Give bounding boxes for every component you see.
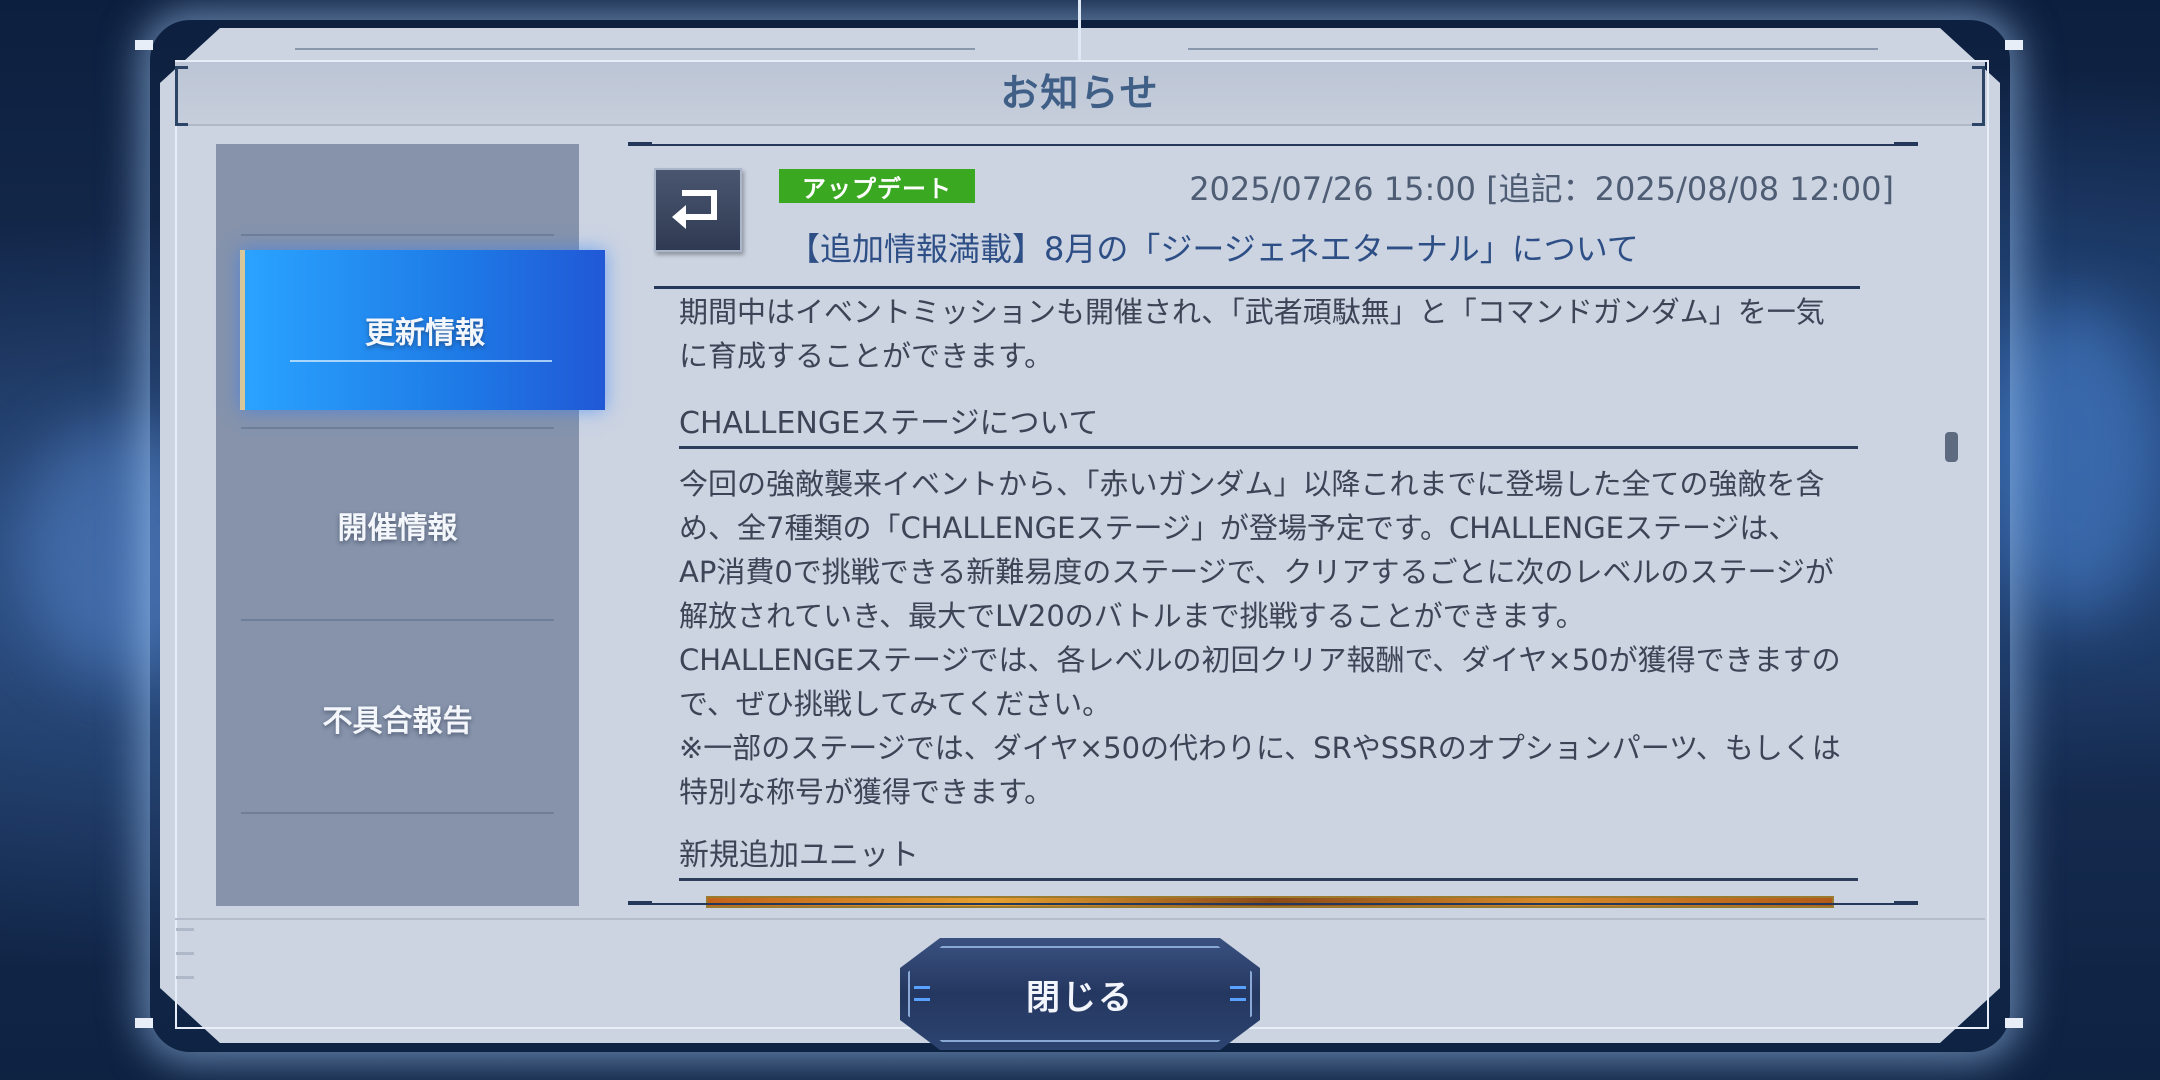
text-line: め、全7種類の「CHALLENGEステージ」が登場予定です。CHALLENGEス…: [679, 511, 1798, 545]
section-heading: 新規追加ユニット: [679, 830, 1858, 881]
text-line: に育成することができます。: [679, 339, 1054, 373]
text-line: で、ぜひ挑戦してみてください。: [679, 687, 1112, 721]
frame-corner: [135, 40, 153, 50]
unit-banner-image: [706, 896, 1834, 908]
top-decoration: [1188, 48, 1878, 50]
category-sidebar: 更新情報 開催情報 不具合報告: [216, 144, 605, 906]
frame-corner: [2005, 1018, 2023, 1028]
dialog-title: お知らせ: [1000, 71, 1160, 115]
section-heading: CHALLENGEステージについて: [679, 398, 1858, 449]
frame-corner: [2005, 40, 2023, 50]
text-line: 特別な称号が獲得できます。: [679, 775, 1054, 809]
close-button[interactable]: 閉じる: [900, 938, 1260, 1050]
active-underline: [290, 360, 552, 362]
frame-corner: [135, 1018, 153, 1028]
top-decoration: [1078, 0, 1081, 60]
text-line: CHALLENGEステージでは、各レベルの初回クリア報酬で、ダイヤ×50が獲得で…: [679, 643, 1841, 677]
header-separator: [654, 286, 1860, 289]
top-decoration: [295, 48, 975, 50]
text-line: ※一部のステージでは、ダイヤ×50の代わりに、SRやSSRのオプションパーツ、も…: [679, 731, 1841, 765]
title-bracket-left: [175, 66, 188, 126]
sidebar-item-label: 不具合報告: [322, 704, 473, 739]
footer-decoration: [176, 976, 194, 979]
sidebar-divider: [241, 234, 554, 236]
footer-divider: [175, 918, 1985, 920]
article-intro: 期間中はイベントミッションも開催され、「武者頑駄無」と「コマンドガンダム」を一気…: [679, 290, 1859, 378]
back-button[interactable]: [654, 168, 742, 252]
text-line: 解放されていき、最大でLV20のバトルまで挑戦することができます。: [679, 599, 1585, 633]
sidebar-divider: [241, 619, 554, 621]
title-bracket-right: [1972, 66, 1985, 126]
title-bar: お知らせ: [175, 62, 1985, 126]
sidebar-item-label: 開催情報: [337, 511, 458, 546]
text-line: AP消費0で挑戦できる新難易度のステージで、クリアするごとに次のレベルのステージ…: [679, 555, 1834, 589]
footer-decoration: [176, 952, 194, 955]
section-body: 今回の強敵襲来イベントから、「赤いガンダム」以降これまでに登場した全ての強敵を含…: [679, 462, 1859, 814]
scrollbar[interactable]: [1945, 432, 1958, 462]
post-date: 2025/07/26 15:00 [追記：2025/08/08 12:00]: [1189, 170, 1894, 208]
return-arrow-icon: [668, 185, 728, 235]
footer-decoration: [176, 928, 194, 931]
content-bottom-border: [628, 901, 1918, 905]
content-top-border: [628, 142, 1918, 146]
sidebar-item-event-info[interactable]: 開催情報: [216, 445, 579, 605]
close-button-label: 閉じる: [1026, 977, 1134, 1018]
article-headline: 【追加情報満載】8月の「ジージェネエターナル」について: [788, 230, 1639, 268]
sidebar-item-label: 更新情報: [365, 316, 485, 351]
text-line: 期間中はイベントミッションも開催され、「武者頑駄無」と「コマンドガンダム」を一気: [679, 295, 1825, 329]
sidebar-divider: [241, 812, 554, 814]
category-tag: アップデート: [779, 169, 975, 203]
background-blur: [1990, 300, 2160, 620]
text-line: 今回の強敵襲来イベントから、「赤いガンダム」以降これまでに登場した全ての強敵を含: [679, 467, 1825, 501]
sidebar-divider: [241, 427, 554, 429]
sidebar-item-update-info[interactable]: 更新情報: [240, 250, 605, 410]
sidebar-item-bug-report[interactable]: 不具合報告: [216, 638, 579, 798]
